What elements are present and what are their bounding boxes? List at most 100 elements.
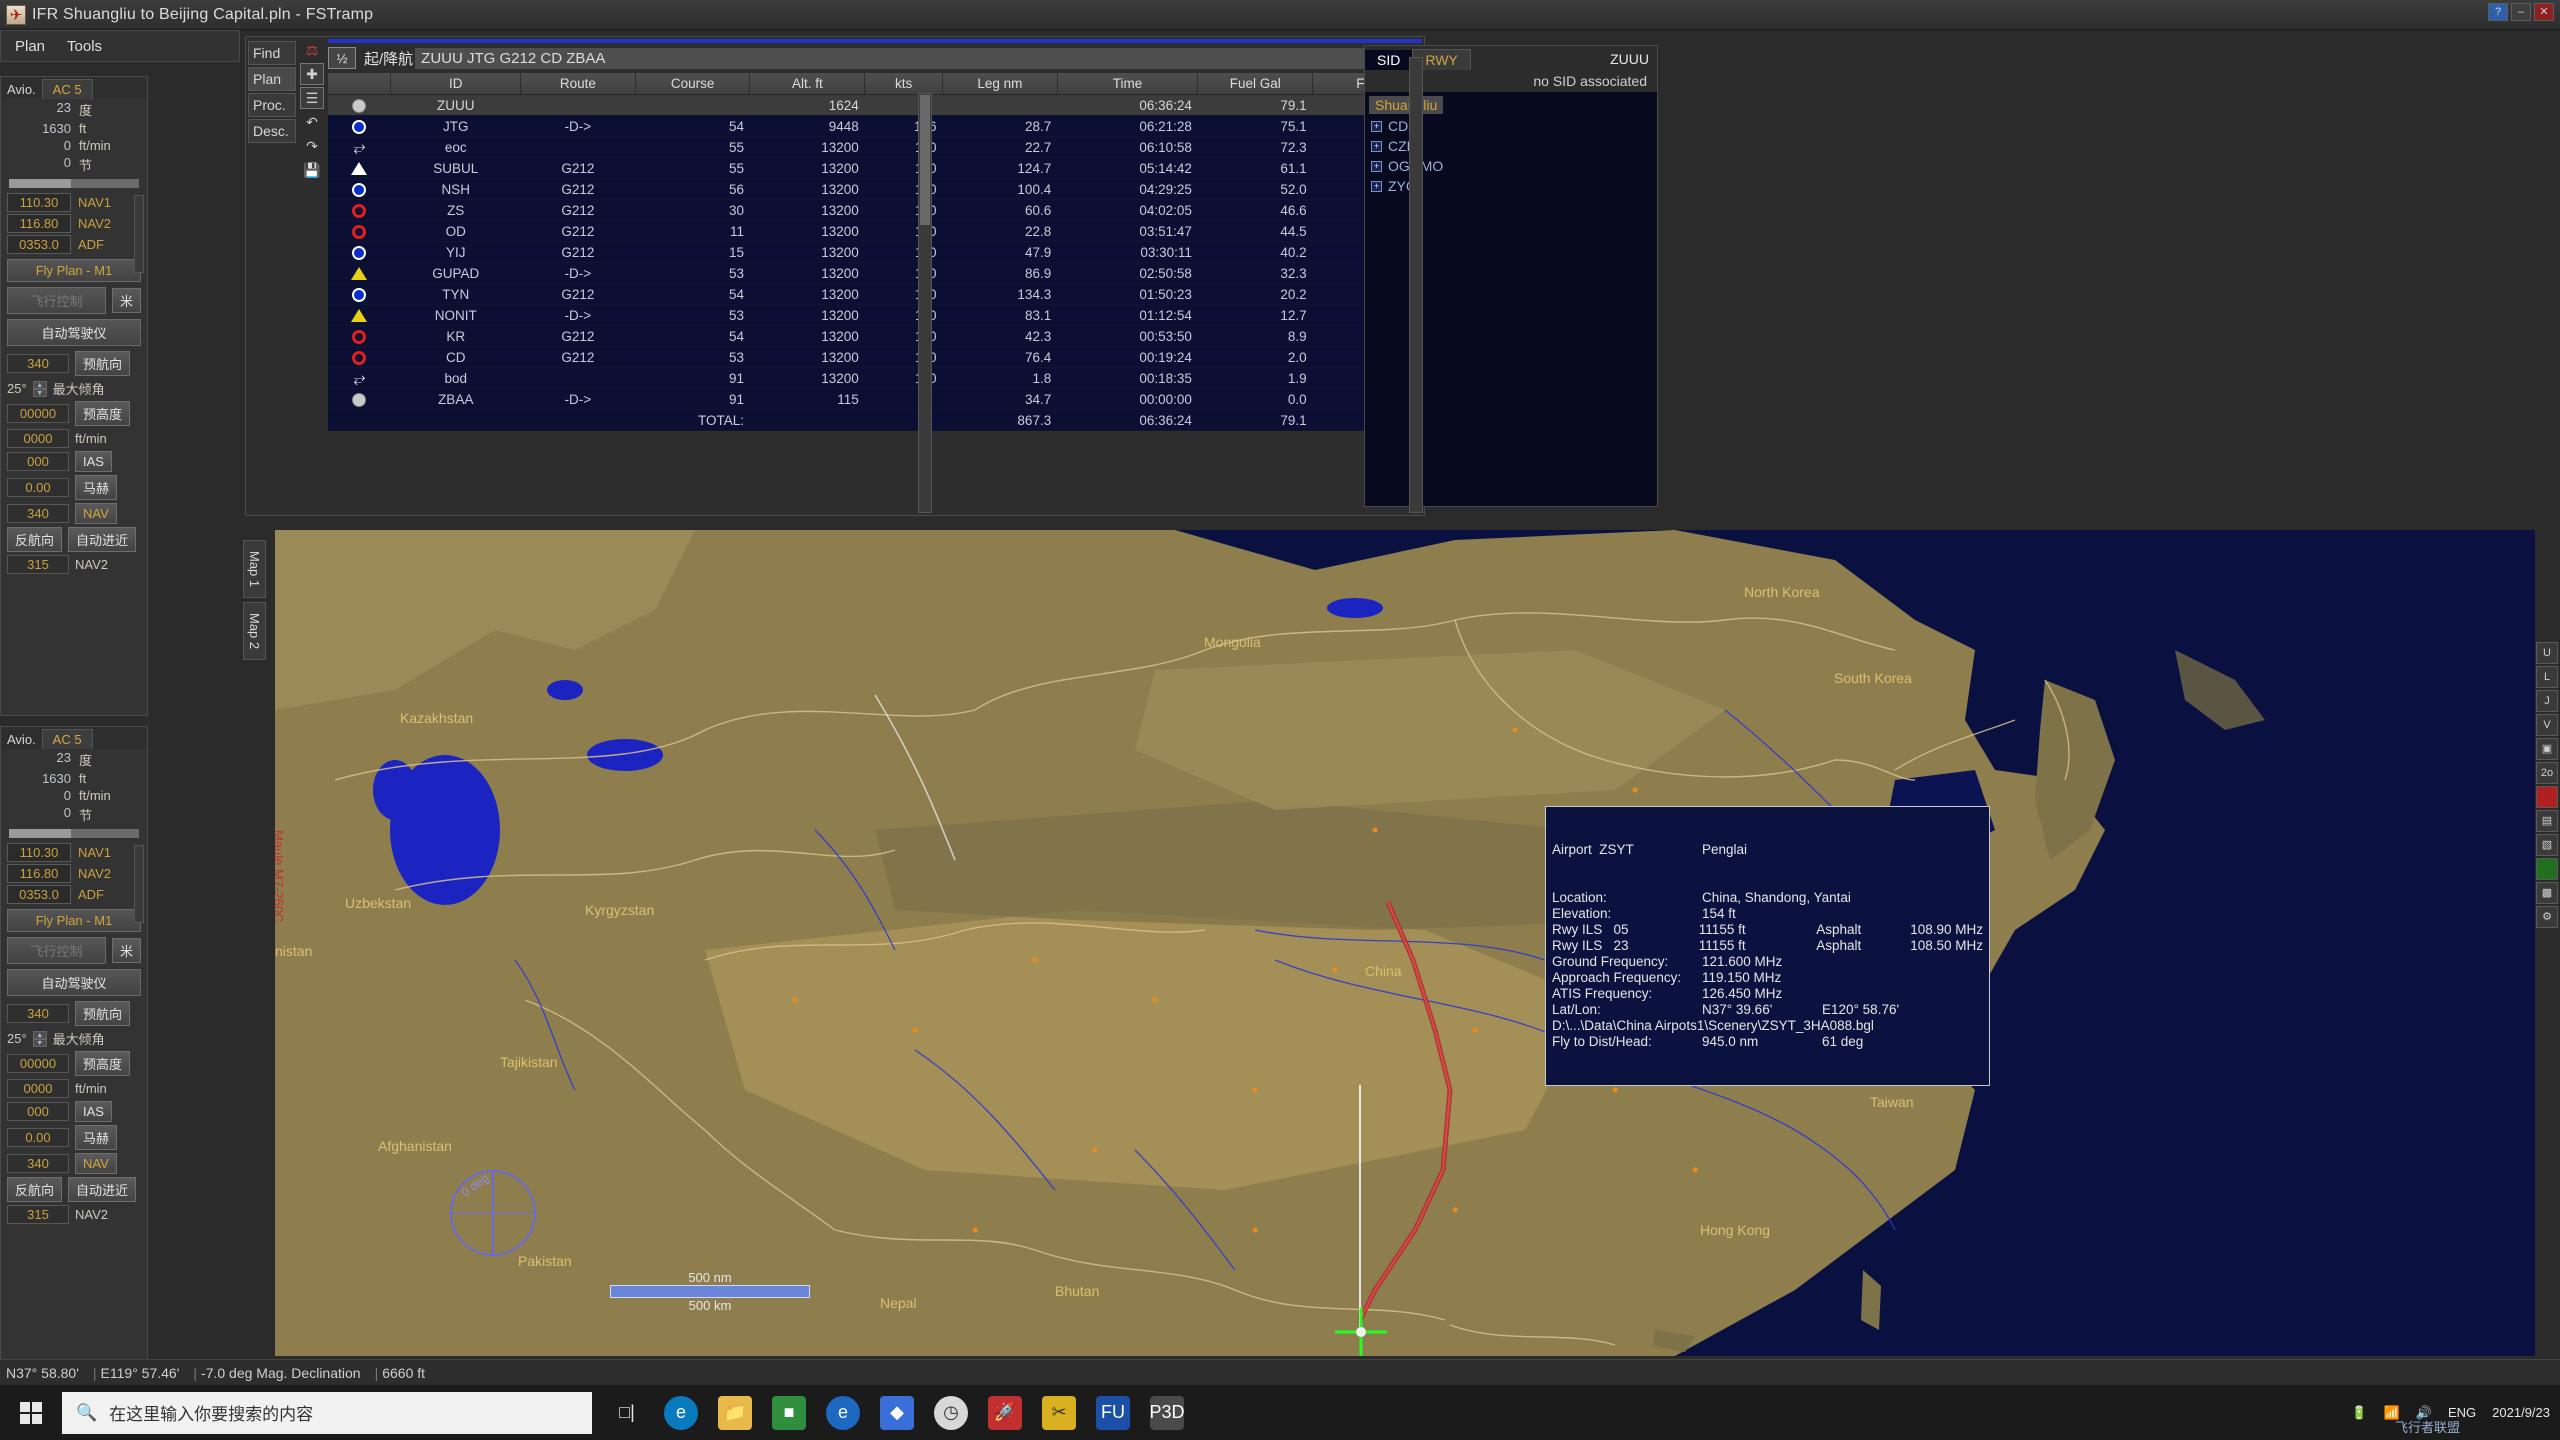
table-row[interactable]: ⥂bod91132001101.800:18:351.9 [328, 367, 1428, 389]
throttle-bar[interactable] [9, 179, 139, 188]
nav-course-field[interactable]: 340 [7, 504, 69, 523]
waypoint-layer-icon[interactable]: V [2536, 714, 2558, 736]
heading-mode-button-2[interactable]: 预航向 [75, 1001, 131, 1026]
col-time[interactable]: Time [1057, 73, 1199, 95]
battery-icon[interactable]: 🔋 [2351, 1405, 2367, 1421]
reverse-course-button-2[interactable]: 反航向 [7, 1177, 63, 1202]
airport-icon[interactable]: ⚖ [300, 39, 324, 61]
table-row[interactable]: JTG-D->54944810628.706:21:2875.1115.40 [328, 115, 1428, 137]
nav1-row-2[interactable]: 110.30 NAV1 [7, 843, 141, 862]
table-row[interactable]: ZUUU 1624 06:36:24 79.1 [328, 94, 1428, 116]
add-row-icon[interactable]: ✚ [300, 63, 324, 85]
aircraft-tab[interactable]: AC 5 [41, 79, 93, 99]
table-row[interactable]: ZSG212301320011060.604:02:0546.6359.0 [328, 199, 1428, 221]
mach-field-2[interactable]: 0.00 [7, 1128, 69, 1147]
auto-approach-button[interactable]: 自动进近 [68, 527, 137, 552]
adf-row[interactable]: 0353.0 ADF [7, 235, 141, 254]
table-row[interactable]: ⥂eoc551320011022.706:10:5872.3 [328, 136, 1428, 158]
ias-field[interactable]: 000 [7, 452, 69, 471]
help-button[interactable]: ? [2488, 3, 2508, 21]
airway-layer-icon[interactable]: ▣ [2536, 738, 2558, 760]
mach-mode-button[interactable]: 马赫 [75, 475, 118, 500]
table-row[interactable]: NONIT-D->531320011083.101:12:5412.7 [328, 304, 1428, 326]
table-row[interactable]: NSHG2125613200110100.404:29:2552.0116.30 [328, 178, 1428, 200]
avionics-tab-label-2[interactable]: Avio. [1, 730, 42, 749]
nav-course-field-2[interactable]: 340 [7, 1154, 69, 1173]
nav2-frequency[interactable]: 116.80 [7, 214, 71, 233]
p3d-icon[interactable]: P3D [1150, 1395, 1185, 1430]
expand-icon[interactable]: + [1371, 160, 1382, 172]
compass-rose[interactable]: 0 deg [450, 1170, 540, 1260]
tray-date[interactable]: 2021/9/23 [2492, 1405, 2550, 1421]
vor-layer-icon[interactable]: J [2536, 690, 2558, 712]
nav2-row-2[interactable]: 116.80 NAV2 [7, 864, 141, 883]
explorer-icon[interactable]: 📁 [718, 1395, 752, 1430]
table-row[interactable]: TYNG2125413200110134.301:50:2320.2113.10 [328, 283, 1428, 305]
expand-icon[interactable]: + [1371, 120, 1382, 132]
nav2-course-field-2[interactable]: 315 [7, 1205, 69, 1224]
expand-icon[interactable]: + [1371, 180, 1382, 192]
vertical-speed-field[interactable]: 0000 [7, 429, 69, 448]
nav2-frequency-2[interactable]: 116.80 [7, 864, 71, 883]
adf-frequency-2[interactable]: 0353.0 [7, 885, 71, 904]
table-row[interactable]: YIJG212151320011047.903:30:1140.2113.00 [328, 241, 1428, 263]
task-view-icon[interactable]: □| [610, 1396, 644, 1430]
zoom-in-icon[interactable]: U [2536, 642, 2558, 664]
weather-layer-icon[interactable] [2536, 858, 2558, 880]
settings-layer-icon[interactable]: ⚙ [2536, 906, 2558, 928]
rocket-icon[interactable]: 🚀 [988, 1395, 1022, 1430]
meter-toggle-button[interactable]: 米 [111, 288, 141, 313]
tab-sid[interactable]: SID [1365, 50, 1413, 70]
map-canvas[interactable]: Kazakhstan Uzbekstan Kyrgyzstan Tajikistan n… [275, 530, 2535, 1356]
flight-control-button-2[interactable]: 飞行控制 [7, 937, 106, 964]
table-row[interactable]: ZBAA -D-> 91 115 34.7 00:00:00 0.0 [328, 388, 1428, 410]
table-row[interactable]: CDG212531320011076.400:19:242.0422.0 [328, 346, 1428, 368]
radio-scrollbar[interactable] [134, 195, 144, 273]
fly-plan-button-2[interactable]: Fly Plan - M1 [7, 909, 141, 932]
reverse-course-button[interactable]: 反航向 [7, 527, 63, 552]
fu-icon[interactable]: FU [1096, 1395, 1130, 1430]
nav1-row[interactable]: 110.30 NAV1 [7, 193, 141, 212]
col-leg[interactable]: Leg nm [942, 73, 1058, 95]
tab-desc[interactable]: Desc. [248, 119, 296, 143]
auto-approach-button-2[interactable]: 自动进近 [68, 1177, 137, 1202]
adf-frequency[interactable]: 0353.0 [7, 235, 71, 254]
autopilot-button[interactable]: 自动驾驶仪 [7, 319, 141, 346]
traffic-layer-icon[interactable] [2536, 786, 2558, 808]
avionics-tab-label[interactable]: Avio. [1, 80, 42, 99]
throttle-bar-2[interactable] [9, 829, 139, 838]
tab-map-2[interactable]: Map 2 [243, 602, 266, 661]
col-alt[interactable]: Alt. ft [749, 73, 866, 95]
table-row[interactable]: KRG212541320011042.300:53:508.9314.0 [328, 325, 1428, 347]
nav-mode-button-2[interactable]: NAV [75, 1153, 117, 1174]
grid-layer-icon[interactable]: ▤ [2536, 810, 2558, 832]
menu-plan[interactable]: Plan [15, 38, 45, 55]
nav2-row[interactable]: 116.80 NAV2 [7, 214, 141, 233]
tab-map-1[interactable]: Map 1 [243, 540, 266, 599]
save-icon[interactable]: 💾 [300, 159, 324, 181]
redo-icon[interactable]: ↷ [300, 135, 324, 157]
nav1-frequency-2[interactable]: 110.30 [7, 843, 71, 862]
autopilot-button-2[interactable]: 自动驾驶仪 [7, 969, 141, 996]
col-route[interactable]: Route [520, 73, 636, 95]
col-id[interactable]: ID [390, 73, 521, 95]
table-row[interactable]: SUBULG2125513200110124.705:14:4261.1 [328, 157, 1428, 179]
minimize-button[interactable]: – [2511, 3, 2531, 21]
flight-control-button[interactable]: 飞行控制 [7, 287, 106, 314]
heading-field[interactable]: 340 [7, 354, 69, 373]
ias-field-2[interactable]: 000 [7, 1102, 69, 1121]
heading-mode-button[interactable]: 预航向 [75, 351, 131, 376]
meter-toggle-button-2[interactable]: 米 [111, 938, 141, 963]
edge-icon[interactable]: e [664, 1395, 698, 1430]
nav-mode-button[interactable]: NAV [75, 503, 117, 524]
close-button[interactable]: ✕ [2534, 3, 2554, 21]
taskbar-search[interactable]: 🔍 在这里输入你要搜索的内容 [62, 1391, 592, 1434]
clock-icon[interactable]: ◷ [934, 1395, 968, 1430]
mach-field[interactable]: 0.00 [7, 478, 69, 497]
undo-icon[interactable]: ↶ [300, 111, 324, 133]
fly-plan-button[interactable]: Fly Plan - M1 [7, 259, 141, 282]
half-button[interactable]: ½ [328, 47, 356, 69]
bank-stepper-2[interactable]: ▲ ▼ [32, 1030, 47, 1047]
menu-tools[interactable]: Tools [67, 38, 102, 55]
target-altitude-field[interactable]: 00000 [7, 404, 69, 423]
